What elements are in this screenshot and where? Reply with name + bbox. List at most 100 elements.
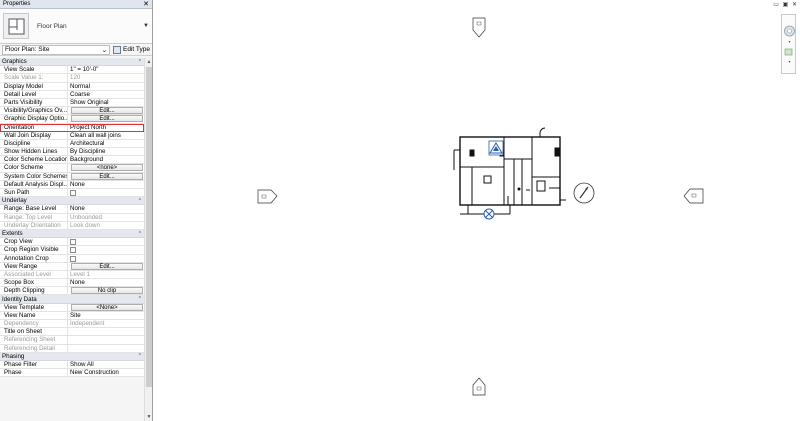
property-row[interactable]: Default Analysis Displ... None (0, 180, 144, 189)
property-checkbox[interactable] (70, 247, 76, 254)
property-row[interactable]: Display Model Normal (0, 82, 144, 91)
property-button[interactable]: <None> (71, 303, 143, 311)
property-name: Scale Value 1: (0, 74, 68, 82)
property-row[interactable]: Discipline Architectural (0, 139, 144, 149)
property-value[interactable]: Normal (68, 83, 144, 90)
property-value[interactable]: 1" = 10'-0" (68, 66, 144, 73)
property-value[interactable]: Edit... (68, 115, 144, 123)
property-row[interactable]: View Template <None> (0, 303, 144, 312)
group-header-graphics[interactable]: Graphics ⌃ (0, 58, 144, 67)
property-row[interactable]: Graphic Display Optio... Edit... (0, 115, 144, 124)
edit-type-button[interactable]: Edit Type (113, 45, 150, 54)
property-row[interactable]: Crop View (0, 238, 144, 247)
property-row[interactable]: Color Scheme Location Background (0, 156, 144, 165)
elevation-marker-east[interactable] (683, 188, 704, 204)
property-row: Associated Level Level 1 (0, 270, 144, 280)
property-value[interactable]: <None> (68, 303, 144, 311)
property-value[interactable]: Edit... (68, 107, 144, 115)
property-row[interactable]: Range: Base Level None (0, 205, 144, 214)
property-checkbox[interactable] (70, 239, 76, 246)
property-value[interactable]: By Discipline (68, 148, 144, 155)
collapse-icon[interactable]: ⌃ (138, 353, 142, 359)
property-row[interactable]: Orientation Project North (0, 123, 144, 132)
scroll-thumb[interactable] (146, 67, 152, 387)
property-row[interactable]: Visibility/Graphics Ov... Edit... (0, 107, 144, 116)
property-row[interactable]: Depth Clipping No clip (0, 287, 144, 296)
close-icon[interactable]: ✕ (143, 1, 149, 8)
elevation-marker-south[interactable] (472, 377, 486, 396)
property-value[interactable]: Clean all wall joins (68, 132, 144, 139)
property-value[interactable]: <none> (68, 164, 144, 172)
elevation-marker-west[interactable] (257, 189, 278, 204)
property-value[interactable] (68, 189, 144, 196)
drawing-canvas[interactable]: ▭ ▣ ✕ ▾ ▾ (154, 0, 800, 421)
property-button[interactable]: Edit... (71, 172, 143, 180)
north-arrow-icon[interactable] (573, 182, 595, 204)
property-row[interactable]: Phase Filter Show All (0, 360, 144, 370)
property-value[interactable] (68, 246, 144, 254)
property-row[interactable]: Phase New Construction (0, 369, 144, 378)
property-row[interactable]: System Color Schemes Edit... (0, 172, 144, 181)
property-value[interactable]: New Construction (68, 369, 144, 376)
property-name: Range: Base Level (0, 205, 68, 213)
property-row[interactable]: View Scale 1" = 10'-0" (0, 66, 144, 75)
collapse-icon[interactable]: ⌃ (138, 231, 142, 237)
property-value[interactable]: Architectural (68, 140, 144, 147)
property-button[interactable]: <none> (71, 164, 143, 172)
property-button[interactable]: Edit... (71, 107, 143, 115)
survey-point-icon[interactable] (488, 140, 504, 156)
property-row[interactable]: Parts Visibility Show Original (0, 98, 144, 108)
property-value[interactable] (68, 328, 144, 335)
type-selector[interactable]: Floor Plan ▼ (0, 9, 152, 44)
property-value[interactable]: Site (68, 312, 144, 319)
property-button[interactable]: Edit... (71, 262, 143, 270)
property-name: Detail Level (0, 90, 68, 98)
property-value[interactable]: Edit... (68, 262, 144, 270)
property-value[interactable]: None (68, 279, 144, 286)
property-row[interactable]: Title on Sheet (0, 328, 144, 337)
property-row[interactable]: Scope Box None (0, 279, 144, 288)
property-row[interactable]: Show Hidden Lines By Discipline (0, 148, 144, 157)
property-row[interactable]: Wall Join Display Clean all wall joins (0, 131, 144, 140)
property-value[interactable]: Edit... (68, 172, 144, 180)
property-checkbox[interactable] (70, 190, 76, 196)
property-name: Title on Sheet (0, 328, 68, 336)
property-value[interactable]: Background (68, 156, 144, 163)
property-value[interactable]: Show Original (68, 99, 144, 106)
property-value[interactable]: None (68, 181, 144, 188)
property-value[interactable]: None (68, 205, 144, 212)
group-header-extents[interactable]: Extents ⌃ (0, 229, 144, 239)
view-selector-dropdown[interactable]: Floor Plan: Site ⌄ (2, 44, 111, 55)
property-button[interactable]: Edit... (71, 115, 143, 123)
scroll-up-icon[interactable]: ▲ (145, 58, 152, 66)
property-value[interactable]: Coarse (68, 91, 144, 98)
floor-plan-drawing[interactable] (453, 127, 566, 215)
property-row[interactable]: View Range Edit... (0, 262, 144, 271)
property-value[interactable]: Show All (68, 361, 144, 368)
property-row[interactable]: Sun Path (0, 189, 144, 198)
scroll-down-icon[interactable]: ▼ (145, 413, 152, 421)
properties-scrollbar[interactable]: ▲ ▼ (144, 58, 152, 421)
property-row[interactable]: Color Scheme <none> (0, 164, 144, 173)
elevation-marker-north[interactable] (472, 17, 486, 38)
group-header-identity-data[interactable]: Identity Data ⌃ (0, 295, 144, 304)
property-value[interactable]: Project North (68, 124, 144, 131)
group-header-underlay[interactable]: Underlay ⌃ (0, 197, 144, 206)
property-value[interactable] (68, 238, 144, 246)
property-value[interactable] (68, 255, 144, 262)
property-row[interactable]: View Name Site (0, 311, 144, 320)
property-checkbox[interactable] (70, 255, 76, 262)
property-value: 120 (70, 74, 81, 82)
chevron-down-icon[interactable]: ▼ (143, 23, 149, 29)
property-button[interactable]: No clip (71, 287, 143, 295)
collapse-icon[interactable]: ⌃ (138, 198, 142, 204)
project-base-point-icon[interactable] (483, 208, 495, 220)
property-value[interactable]: No clip (68, 287, 144, 295)
group-header-phasing[interactable]: Phasing ⌃ (0, 352, 144, 361)
collapse-icon[interactable]: ⌃ (138, 59, 142, 65)
property-row[interactable]: Crop Region Visible (0, 246, 144, 255)
property-row[interactable]: Annotation Crop (0, 254, 144, 263)
collapse-icon[interactable]: ⌃ (138, 296, 142, 302)
property-name: View Range (0, 262, 68, 270)
property-row[interactable]: Detail Level Coarse (0, 90, 144, 99)
